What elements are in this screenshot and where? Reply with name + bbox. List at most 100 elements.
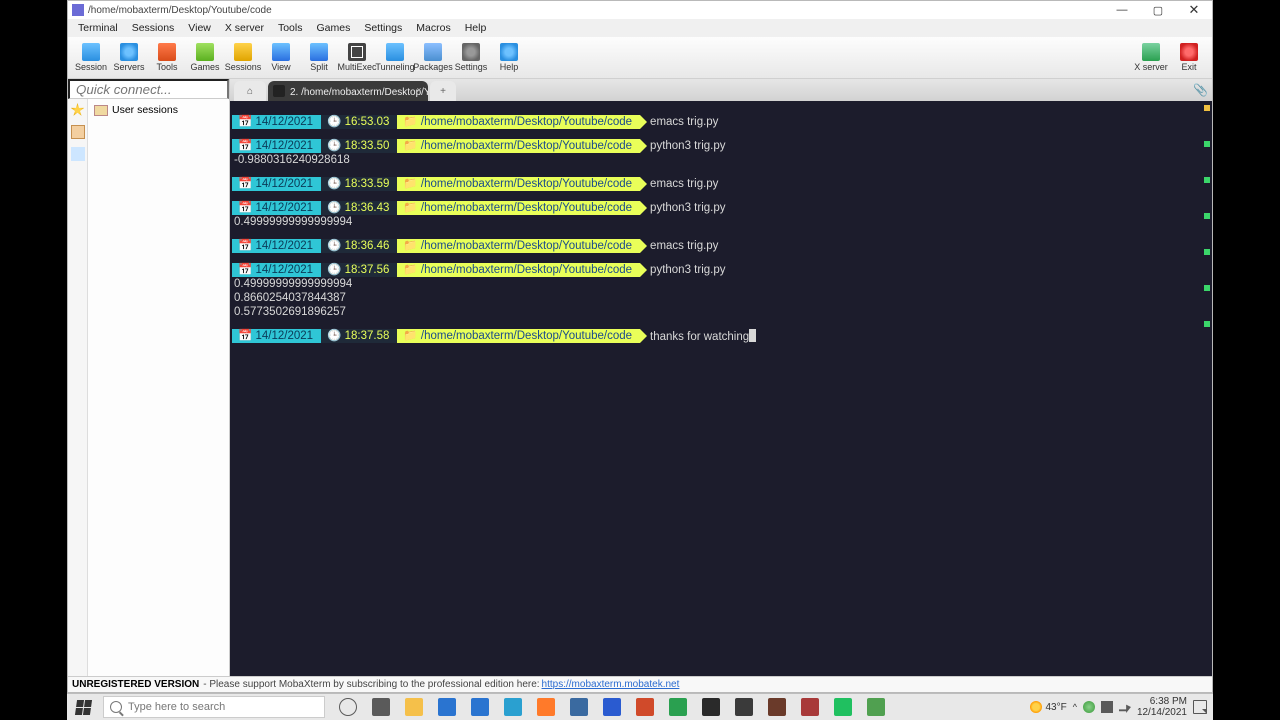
status-text: - Please support MobaXterm by subscribin… (203, 679, 539, 690)
powerpoint-icon[interactable] (628, 694, 661, 720)
prompt-line: 📅 14/12/2021🕒 16:53.03📁 /home/mobaxterm/… (232, 115, 1210, 129)
plus-icon: + (440, 86, 446, 97)
session-button[interactable]: Session (72, 42, 110, 73)
toolbar: SessionServersToolsGamesSessionsViewSpli… (68, 37, 1212, 79)
menu-help[interactable]: Help (459, 21, 493, 35)
servers-button[interactable]: Servers (110, 42, 148, 73)
sessions-button[interactable]: Sessions (224, 42, 262, 73)
help-button[interactable]: Help (490, 42, 528, 73)
dark-app-icon[interactable] (694, 694, 727, 720)
command-text: emacs trig.py (650, 239, 718, 253)
tunneling-button[interactable]: Tunneling (376, 42, 414, 73)
weather-temp: 43°F (1045, 702, 1066, 713)
terminal-tab[interactable]: 2. /home/mobaxterm/Desktop/Yo… × (268, 81, 428, 101)
user-sessions-node[interactable]: User sessions (92, 103, 225, 117)
output-line: 0.49999999999999994 (232, 277, 1210, 291)
tools-button[interactable]: Tools (148, 42, 186, 73)
prompt-line: 📅 14/12/2021🕒 18:36.46📁 /home/mobaxterm/… (232, 239, 1210, 253)
store-icon[interactable] (430, 694, 463, 720)
home-tab[interactable]: ⌂ (234, 81, 266, 101)
view-button[interactable]: View (262, 42, 300, 73)
mail-icon[interactable] (463, 694, 496, 720)
paperclip-icon[interactable]: 📎 (1193, 83, 1208, 97)
weather-widget[interactable]: 43°F (1030, 701, 1066, 713)
maximize-button[interactable]: ▢ (1140, 1, 1176, 19)
network-icon[interactable] (1101, 701, 1113, 713)
menu-settings[interactable]: Settings (358, 21, 408, 35)
tray-overflow-icon[interactable]: ^ (1073, 702, 1077, 712)
prompt-line: 📅 14/12/2021🕒 18:33.50📁 /home/mobaxterm/… (232, 139, 1210, 153)
split-button[interactable]: Split (300, 42, 338, 73)
clock-time: 6:38 PM (1137, 696, 1187, 707)
settings-icon (462, 43, 480, 61)
xserver-button[interactable]: X server (1132, 42, 1170, 73)
mobaxterm-icon[interactable] (727, 694, 760, 720)
sessions-tab-icon[interactable] (71, 125, 85, 139)
close-button[interactable]: ✕ (1176, 1, 1212, 19)
command-text: python3 trig.py (650, 263, 725, 277)
tools-tab-icon[interactable] (71, 147, 85, 161)
app-icon-2[interactable] (793, 694, 826, 720)
game-icon[interactable] (760, 694, 793, 720)
pycharm-icon[interactable] (826, 694, 859, 720)
cortana-icon[interactable] (331, 694, 364, 720)
menubar: TerminalSessionsViewX serverToolsGamesSe… (68, 19, 1212, 37)
terminal-tab-icon (273, 85, 285, 97)
excel-icon[interactable] (661, 694, 694, 720)
tab-close-icon[interactable]: × (414, 85, 424, 95)
tunneling-icon (386, 43, 404, 61)
clock-date: 12/14/2021 (1137, 707, 1187, 718)
minimize-button[interactable]: — (1104, 1, 1140, 19)
menu-sessions[interactable]: Sessions (126, 21, 181, 35)
sidebar: User sessions (68, 79, 230, 676)
app-icon-3[interactable] (859, 694, 892, 720)
app-icon-1[interactable] (562, 694, 595, 720)
cursor (749, 329, 756, 342)
terminal[interactable]: 📅 14/12/2021🕒 16:53.03📁 /home/mobaxterm/… (230, 101, 1212, 676)
search-icon (110, 701, 122, 713)
search-placeholder: Type here to search (128, 701, 225, 713)
new-tab-button[interactable]: + (430, 81, 456, 101)
firefox-icon[interactable] (529, 694, 562, 720)
status-bar: UNREGISTERED VERSION - Please support Mo… (68, 676, 1212, 692)
file-explorer-icon[interactable] (397, 694, 430, 720)
split-icon (310, 43, 328, 61)
menu-x-server[interactable]: X server (219, 21, 270, 35)
terminal-tab-label: 2. /home/mobaxterm/Desktop/Yo… (290, 87, 428, 98)
menu-macros[interactable]: Macros (410, 21, 456, 35)
multiexec-button[interactable]: MultiExec (338, 42, 376, 73)
exit-icon (1180, 43, 1198, 61)
status-link[interactable]: https://mobaxterm.mobatek.net (542, 679, 680, 690)
command-text: thanks for watching (650, 329, 756, 344)
onedrive-icon[interactable] (1083, 701, 1095, 713)
word-icon[interactable] (595, 694, 628, 720)
home-icon: ⌂ (247, 86, 253, 97)
packages-icon (424, 43, 442, 61)
favorites-tab-icon[interactable] (71, 103, 85, 117)
exit-button[interactable]: Exit (1170, 42, 1208, 73)
taskbar-search[interactable]: Type here to search (103, 696, 325, 718)
command-text: emacs trig.py (650, 115, 718, 129)
quick-connect-input[interactable] (68, 79, 229, 99)
volume-icon[interactable] (1119, 701, 1131, 713)
packages-button[interactable]: Packages (414, 42, 452, 73)
taskbar-clock[interactable]: 6:38 PM 12/14/2021 (1137, 696, 1187, 718)
games-button[interactable]: Games (186, 42, 224, 73)
windows-taskbar: Type here to search 43°F ^ 6:38 PM 12/14… (67, 693, 1213, 720)
taskview-icon[interactable] (364, 694, 397, 720)
notifications-icon[interactable] (1193, 700, 1207, 714)
menu-terminal[interactable]: Terminal (72, 21, 124, 35)
multiexec-icon (348, 43, 366, 61)
games-icon (196, 43, 214, 61)
titlebar[interactable]: /home/mobaxterm/Desktop/Youtube/code — ▢… (68, 1, 1212, 19)
start-button[interactable] (67, 694, 99, 720)
folder-icon (94, 105, 108, 116)
output-line: -0.9880316240928618 (232, 153, 1210, 167)
mobaxterm-window: /home/mobaxterm/Desktop/Youtube/code — ▢… (67, 0, 1213, 693)
help-icon (500, 43, 518, 61)
menu-tools[interactable]: Tools (272, 21, 309, 35)
menu-games[interactable]: Games (310, 21, 356, 35)
menu-view[interactable]: View (182, 21, 217, 35)
edge-icon[interactable] (496, 694, 529, 720)
settings-button[interactable]: Settings (452, 42, 490, 73)
